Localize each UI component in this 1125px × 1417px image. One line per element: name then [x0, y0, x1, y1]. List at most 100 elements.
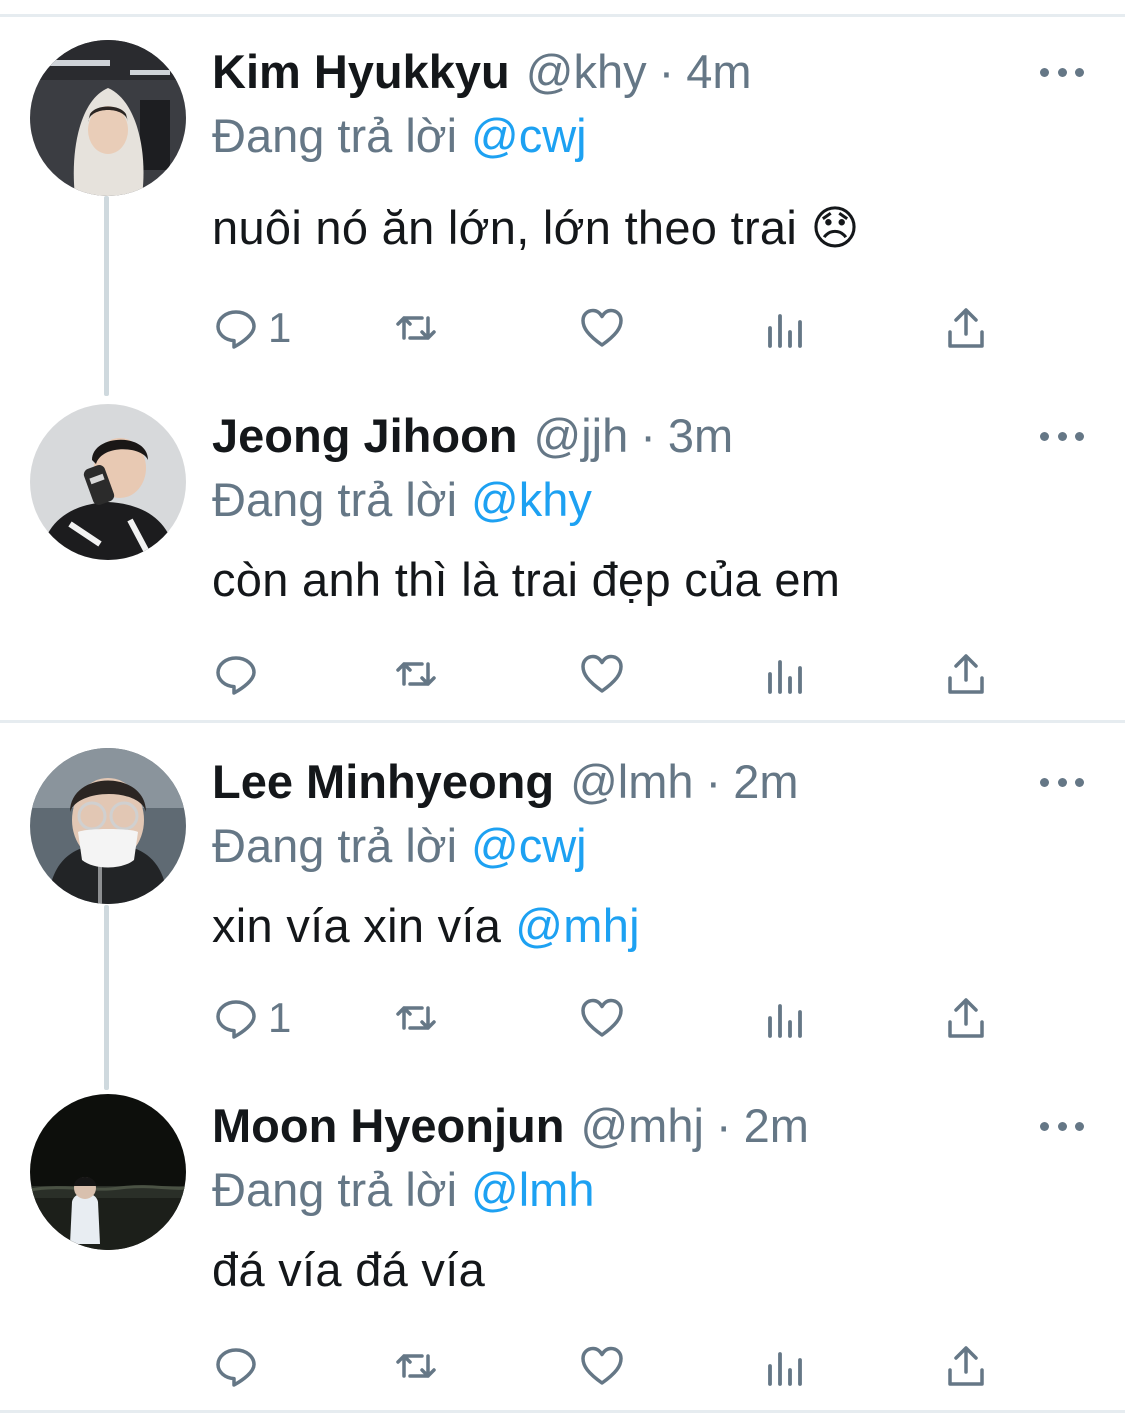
more-options-icon[interactable]: [1040, 62, 1084, 82]
action-bar: [212, 644, 1012, 704]
avatar[interactable]: [30, 404, 186, 560]
display-name[interactable]: Moon Hyeonjun: [212, 1098, 564, 1153]
more-options-icon[interactable]: [1040, 772, 1084, 792]
like-button[interactable]: [578, 644, 626, 704]
display-name[interactable]: Jeong Jihoon: [212, 408, 518, 463]
display-name[interactable]: Lee Minhyeong: [212, 754, 554, 809]
like-button[interactable]: [578, 988, 626, 1048]
retweet-icon: [396, 1354, 436, 1378]
share-button[interactable]: [942, 988, 990, 1048]
separator-dot: ·: [640, 409, 656, 462]
reply-count: 1: [268, 304, 292, 351]
reply-prefix: Đang trả lời: [212, 473, 458, 526]
avatar[interactable]: [30, 748, 186, 904]
tweet-header: Moon Hyeonjun @mhj · 2m: [212, 1098, 809, 1162]
tweet-text: còn anh thì là trai đẹp của em: [212, 553, 841, 606]
handle[interactable]: @jjh: [534, 409, 629, 462]
avatar-image: [30, 404, 186, 560]
like-icon: [581, 1346, 623, 1385]
handle[interactable]: @mhj: [580, 1099, 703, 1152]
section-divider: [0, 720, 1125, 723]
tweet-header: Jeong Jihoon @jjh · 3m: [212, 408, 733, 472]
reply-to-handle[interactable]: @cwj: [471, 109, 587, 162]
analytics-icon: [768, 1004, 802, 1038]
action-bar: 1: [212, 298, 1012, 358]
reply-button[interactable]: [212, 1336, 268, 1396]
like-icon: [581, 308, 623, 347]
reply-to-handle[interactable]: @lmh: [471, 1163, 594, 1216]
tweet[interactable]: Kim Hyukkyu @khy · 4m Đang trả lời @cwj nuô…: [0, 0, 1125, 380]
reply-count: 1: [268, 994, 292, 1041]
retweet-button[interactable]: [392, 988, 440, 1048]
avatar[interactable]: [30, 40, 186, 196]
retweet-button[interactable]: [392, 644, 440, 704]
handle-time: @lmh · 2m: [570, 754, 798, 809]
share-icon: [948, 1346, 984, 1386]
analytics-button[interactable]: [762, 298, 810, 358]
action-bar: 1: [212, 988, 1012, 1048]
timestamp[interactable]: 4m: [686, 45, 751, 98]
more-options-icon[interactable]: [1040, 1116, 1084, 1136]
share-icon: [948, 308, 984, 348]
reply-prefix: Đang trả lời: [212, 819, 458, 872]
reply-button[interactable]: [212, 644, 268, 704]
reply-button[interactable]: 1: [212, 298, 291, 358]
replying-to: Đang trả lời @cwj: [212, 108, 587, 163]
analytics-button[interactable]: [762, 1336, 810, 1396]
analytics-icon: [768, 1352, 802, 1386]
avatar[interactable]: [30, 1094, 186, 1250]
handle-time: @jjh · 3m: [534, 408, 734, 463]
separator-dot: ·: [658, 45, 675, 98]
tweet-header: Lee Minhyeong @lmh · 2m: [212, 754, 799, 818]
bottom-divider: [0, 1410, 1125, 1413]
display-name[interactable]: Kim Hyukkyu: [212, 44, 510, 99]
avatar-image: [30, 748, 186, 904]
retweet-icon: [396, 1006, 436, 1030]
reply-icon: [216, 1348, 256, 1387]
separator-dot: ·: [705, 755, 722, 808]
like-icon: [581, 998, 623, 1037]
mention-link[interactable]: @mhj: [515, 899, 640, 952]
reply-icon: [216, 656, 256, 695]
like-button[interactable]: [578, 298, 626, 358]
share-icon: [948, 654, 984, 694]
reply-icon: [216, 1000, 256, 1039]
tweet-text: nuôi nó ăn lớn, lớn theo trai 😞: [212, 201, 860, 254]
like-icon: [581, 654, 623, 693]
like-button[interactable]: [578, 1336, 626, 1396]
tweet-text-body: xin vía xin vía: [212, 899, 502, 952]
retweet-button[interactable]: [392, 298, 440, 358]
avatar-image: [30, 40, 186, 196]
retweet-icon: [396, 662, 436, 686]
action-bar: [212, 1336, 1012, 1396]
timestamp[interactable]: 2m: [733, 755, 798, 808]
more-options-icon[interactable]: [1040, 426, 1084, 446]
handle[interactable]: @lmh: [570, 755, 693, 808]
tweet-header: Kim Hyukkyu @khy · 4m: [212, 44, 752, 108]
analytics-icon: [768, 660, 802, 694]
analytics-button[interactable]: [762, 644, 810, 704]
analytics-button[interactable]: [762, 988, 810, 1048]
timestamp[interactable]: 2m: [744, 1099, 809, 1152]
avatar-image: [30, 1094, 186, 1250]
handle-time: @mhj · 2m: [580, 1098, 808, 1153]
tweet[interactable]: Jeong Jihoon @jjh · 3m Đang trả lời @khy cò…: [0, 380, 1125, 720]
replying-to: Đang trả lời @khy: [212, 472, 592, 527]
reply-to-handle[interactable]: @khy: [471, 473, 592, 526]
timestamp[interactable]: 3m: [668, 409, 733, 462]
tweet[interactable]: Moon Hyeonjun @mhj · 2m Đang trả lời @lmh đ…: [0, 1070, 1125, 1410]
reply-to-handle[interactable]: @cwj: [471, 819, 587, 872]
tweet-text: đá vía đá vía: [212, 1243, 486, 1296]
analytics-icon: [768, 314, 802, 348]
handle-time: @khy · 4m: [526, 44, 752, 99]
reply-button[interactable]: 1: [212, 988, 291, 1048]
reply-icon: [216, 310, 256, 349]
share-button[interactable]: [942, 298, 990, 358]
handle[interactable]: @khy: [526, 45, 647, 98]
reply-prefix: Đang trả lời: [212, 1163, 458, 1216]
retweet-button[interactable]: [392, 1336, 440, 1396]
tweet[interactable]: Lee Minhyeong @lmh · 2m Đang trả lời @cwj x…: [0, 724, 1125, 1070]
share-button[interactable]: [942, 1336, 990, 1396]
share-icon: [948, 998, 984, 1038]
share-button[interactable]: [942, 644, 990, 704]
